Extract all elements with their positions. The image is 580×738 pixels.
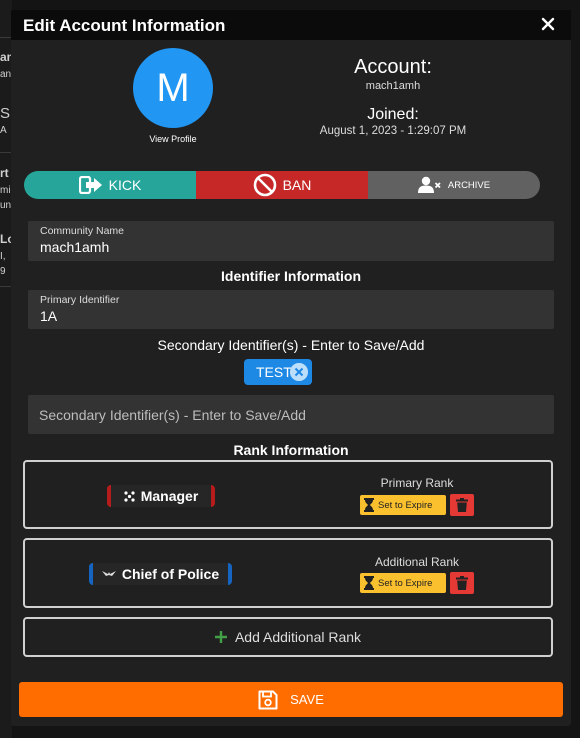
- ban-button[interactable]: BAN: [196, 171, 368, 199]
- community-name-label: Community Name: [40, 225, 125, 237]
- account-action-bar: KICK BAN ARCHIVE: [24, 171, 540, 199]
- trash-icon: [456, 498, 468, 512]
- joined-date: August 1, 2023 - 1:29:07 PM: [319, 125, 467, 137]
- exit-icon: [78, 176, 102, 194]
- secondary-identifier-chip: TEST: [244, 359, 312, 385]
- rank-type-label: Additional Rank: [374, 555, 460, 569]
- kick-button[interactable]: KICK: [24, 171, 196, 199]
- background-text-fragment: I,: [0, 251, 6, 262]
- rank-type-label: Primary Rank: [380, 476, 454, 490]
- archive-label: ARCHIVE: [447, 179, 491, 191]
- chip-label: TEST: [256, 364, 292, 380]
- close-icon[interactable]: [541, 17, 555, 31]
- secondary-identifier-title: Secondary Identifier(s) - Enter to Save/…: [157, 337, 425, 353]
- remove-chip-icon[interactable]: [290, 363, 308, 381]
- secondary-identifier-input[interactable]: [28, 395, 554, 434]
- modal-title: Edit Account Information: [23, 16, 226, 35]
- background-text-fragment: rt: [0, 166, 9, 180]
- dice-icon: [124, 490, 135, 502]
- delete-rank-button[interactable]: [450, 572, 474, 594]
- user-remove-icon: [417, 176, 441, 193]
- account-username: mach1amh: [365, 80, 421, 92]
- trash-icon: [456, 576, 468, 590]
- identifier-section-title: Identifier Information: [221, 268, 361, 284]
- save-icon: [258, 690, 278, 709]
- expire-label: Set to Expire: [378, 499, 433, 511]
- rank-name: Chief of Police: [121, 566, 220, 582]
- primary-identifier-field[interactable]: Primary Identifier 1A: [28, 290, 554, 329]
- background-text-fragment: ant: [0, 69, 11, 80]
- rank-section-title: Rank Information: [233, 442, 349, 458]
- secondary-identifier-input-wrapper: [28, 395, 554, 434]
- save-label: SAVE: [290, 692, 324, 707]
- community-name-field[interactable]: Community Name mach1amh: [28, 221, 554, 261]
- joined-label: Joined:: [367, 106, 419, 123]
- background-text-fragment: an: [0, 50, 11, 64]
- background-text-fragment: S: [0, 105, 11, 122]
- account-label: Account:: [354, 56, 432, 78]
- ban-icon: [253, 173, 276, 197]
- account-info: Account: mach1amh Joined: August 1, 2023…: [290, 56, 496, 137]
- delete-rank-button[interactable]: [450, 494, 474, 516]
- background-text-fragment: mi: [0, 185, 11, 196]
- primary-identifier-label: Primary Identifier: [40, 294, 120, 306]
- expire-label: Set to Expire: [378, 577, 433, 589]
- eagle-insignia-icon: [101, 571, 116, 576]
- ban-label: BAN: [282, 177, 312, 193]
- rank-badge-manager: Manager: [107, 485, 215, 507]
- community-name-value: mach1amh: [40, 239, 110, 255]
- add-additional-rank-button[interactable]: Add Additional Rank: [23, 617, 553, 657]
- set-to-expire-button[interactable]: Set to Expire: [360, 495, 446, 515]
- kick-label: KICK: [108, 177, 142, 193]
- background-text-fragment: 9: [0, 266, 6, 277]
- modal-header: Edit Account Information: [11, 10, 571, 40]
- save-button[interactable]: SAVE: [19, 682, 563, 717]
- background-text-fragment: A: [0, 125, 7, 136]
- archive-button[interactable]: ARCHIVE: [368, 171, 540, 199]
- view-profile-link[interactable]: View Profile: [123, 134, 223, 144]
- rank-name: Manager: [140, 488, 199, 504]
- hourglass-icon: [364, 498, 374, 512]
- set-to-expire-button[interactable]: Set to Expire: [360, 573, 446, 593]
- rank-badge-chief-of-police: Chief of Police: [89, 563, 232, 585]
- primary-identifier-value: 1A: [40, 308, 58, 324]
- add-rank-label: Add Additional Rank: [234, 629, 362, 645]
- background-text-fragment: Lo: [0, 232, 11, 246]
- hourglass-icon: [364, 576, 374, 590]
- plus-icon: [214, 631, 227, 643]
- background-text-fragment: un: [0, 200, 11, 211]
- avatar[interactable]: M: [133, 48, 213, 128]
